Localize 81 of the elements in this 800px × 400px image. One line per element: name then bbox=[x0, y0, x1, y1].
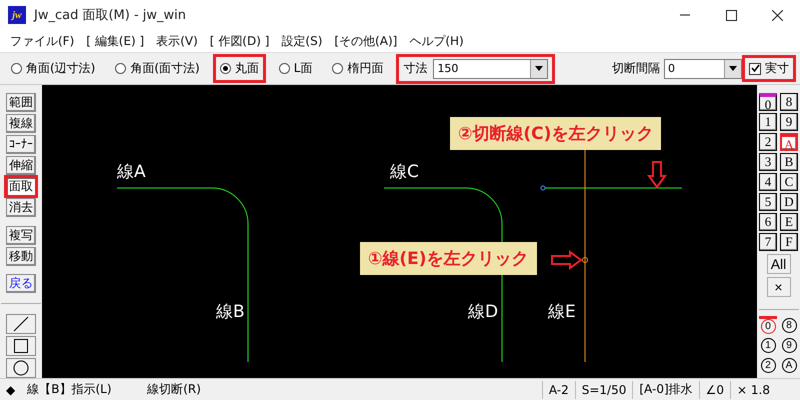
app-logo: jw bbox=[8, 6, 26, 24]
dimension-label: 寸法 bbox=[403, 60, 428, 77]
cut-interval-label: 切断間隔 bbox=[612, 60, 660, 77]
menu-item[interactable]: [ 編集(E) ] bbox=[80, 32, 150, 50]
layer-button[interactable]: 5 bbox=[759, 193, 777, 211]
layer-button[interactable]: A bbox=[780, 133, 798, 151]
layer-button[interactable]: F bbox=[780, 233, 798, 251]
layer-button[interactable]: 1 bbox=[759, 113, 777, 131]
group-button[interactable]: 8 bbox=[780, 316, 798, 334]
line-icon bbox=[13, 316, 29, 332]
dropdown-caret-icon bbox=[729, 66, 737, 71]
window-title: Jw_cad 面取(M) - jw_win bbox=[34, 7, 188, 24]
maximize-icon bbox=[726, 10, 736, 20]
checkmark-icon bbox=[750, 64, 760, 73]
layer-action-button[interactable]: × bbox=[766, 277, 790, 297]
group-button[interactable]: 0 bbox=[759, 316, 777, 334]
dimension-combo[interactable]: 150 bbox=[433, 58, 548, 78]
command-button[interactable]: 面取 bbox=[4, 174, 38, 198]
status-text: 線切断(R) bbox=[146, 381, 202, 398]
menu-item[interactable]: 表示(V) bbox=[150, 32, 204, 50]
instruction-callout: ②切断線(C)を左クリック bbox=[450, 117, 662, 150]
layer-button[interactable]: 2 bbox=[759, 133, 777, 151]
layer-button[interactable]: 0 bbox=[759, 93, 777, 111]
circle-tool-button[interactable] bbox=[6, 358, 36, 378]
close-icon bbox=[772, 10, 782, 20]
line-label: 線C bbox=[390, 161, 419, 183]
command-button[interactable]: 複写 bbox=[6, 226, 36, 245]
command-button[interactable]: 伸縮 bbox=[6, 156, 36, 175]
command-button[interactable]: ｺｰﾅｰ bbox=[6, 135, 36, 154]
radio-option[interactable]: 丸面 bbox=[212, 54, 266, 83]
layer-button[interactable]: 8 bbox=[780, 93, 798, 111]
menu-item[interactable]: ヘルプ(H) bbox=[403, 32, 470, 50]
line-label: 線D bbox=[468, 301, 498, 323]
dropdown-caret-icon bbox=[535, 66, 544, 71]
rectangle-icon bbox=[14, 339, 28, 354]
group-button[interactable]: 9 bbox=[780, 336, 798, 354]
status-text: 線【B】指示(L) bbox=[26, 381, 113, 398]
instruction-callout: ①線(E)を左クリック bbox=[360, 242, 537, 275]
radio-option[interactable]: 角面(辺寸法) bbox=[4, 54, 102, 83]
circle-icon bbox=[13, 360, 29, 376]
radio-option[interactable]: 角面(面寸法) bbox=[108, 54, 207, 83]
menu-item[interactable]: [その他(A)] bbox=[328, 32, 404, 50]
layer-button[interactable]: 4 bbox=[759, 173, 777, 191]
status-field: ∠0 bbox=[698, 380, 730, 398]
menu-item[interactable]: ファイル(F) bbox=[4, 32, 80, 50]
group-button[interactable]: 1 bbox=[759, 336, 777, 354]
undo-button[interactable]: 戻る bbox=[6, 274, 36, 294]
menu-item[interactable]: [ 作図(D) ] bbox=[204, 32, 276, 50]
layer-button[interactable]: C bbox=[780, 173, 798, 191]
command-button[interactable]: 消去 bbox=[6, 198, 36, 217]
command-button[interactable]: 複線 bbox=[6, 114, 36, 133]
line-label: 線E bbox=[548, 301, 576, 323]
line-label: 線B bbox=[216, 301, 245, 323]
minimize-icon bbox=[680, 14, 690, 16]
status-text: ◆ bbox=[5, 382, 16, 396]
layer-button[interactable]: E bbox=[780, 213, 798, 231]
right-arrow-icon bbox=[551, 250, 583, 270]
rectangle-tool-button[interactable] bbox=[6, 336, 36, 356]
group-button[interactable]: A bbox=[780, 356, 798, 374]
layer-button[interactable]: 7 bbox=[759, 233, 777, 251]
actual-size-checkbox[interactable]: 実寸 bbox=[742, 55, 796, 82]
status-field: [A-0]排水 bbox=[632, 380, 699, 398]
menu-item[interactable]: 設定(S) bbox=[275, 32, 328, 50]
layer-button[interactable]: 9 bbox=[780, 113, 798, 131]
layer-action-button[interactable]: All bbox=[766, 254, 790, 274]
layer-button[interactable]: B bbox=[780, 153, 798, 171]
line-label: 線A bbox=[117, 161, 146, 183]
status-field: × 1.8 bbox=[730, 380, 776, 398]
radio-option[interactable]: L面 bbox=[272, 54, 320, 83]
layer-button[interactable]: 6 bbox=[759, 213, 777, 231]
cut-interval-combo[interactable]: 0 bbox=[664, 58, 742, 78]
layer-button[interactable]: D bbox=[780, 193, 798, 211]
radio-option[interactable]: 楕円面 bbox=[325, 54, 390, 83]
down-arrow-icon bbox=[647, 161, 667, 189]
command-button[interactable]: 範囲 bbox=[6, 93, 36, 112]
layer-button[interactable]: 3 bbox=[759, 153, 777, 171]
command-button[interactable]: 移動 bbox=[6, 246, 36, 266]
status-field: A-2 bbox=[542, 380, 575, 398]
line-tool-button[interactable] bbox=[6, 314, 36, 334]
status-field: S=1/50 bbox=[574, 380, 632, 398]
group-button[interactable]: 2 bbox=[759, 356, 777, 374]
